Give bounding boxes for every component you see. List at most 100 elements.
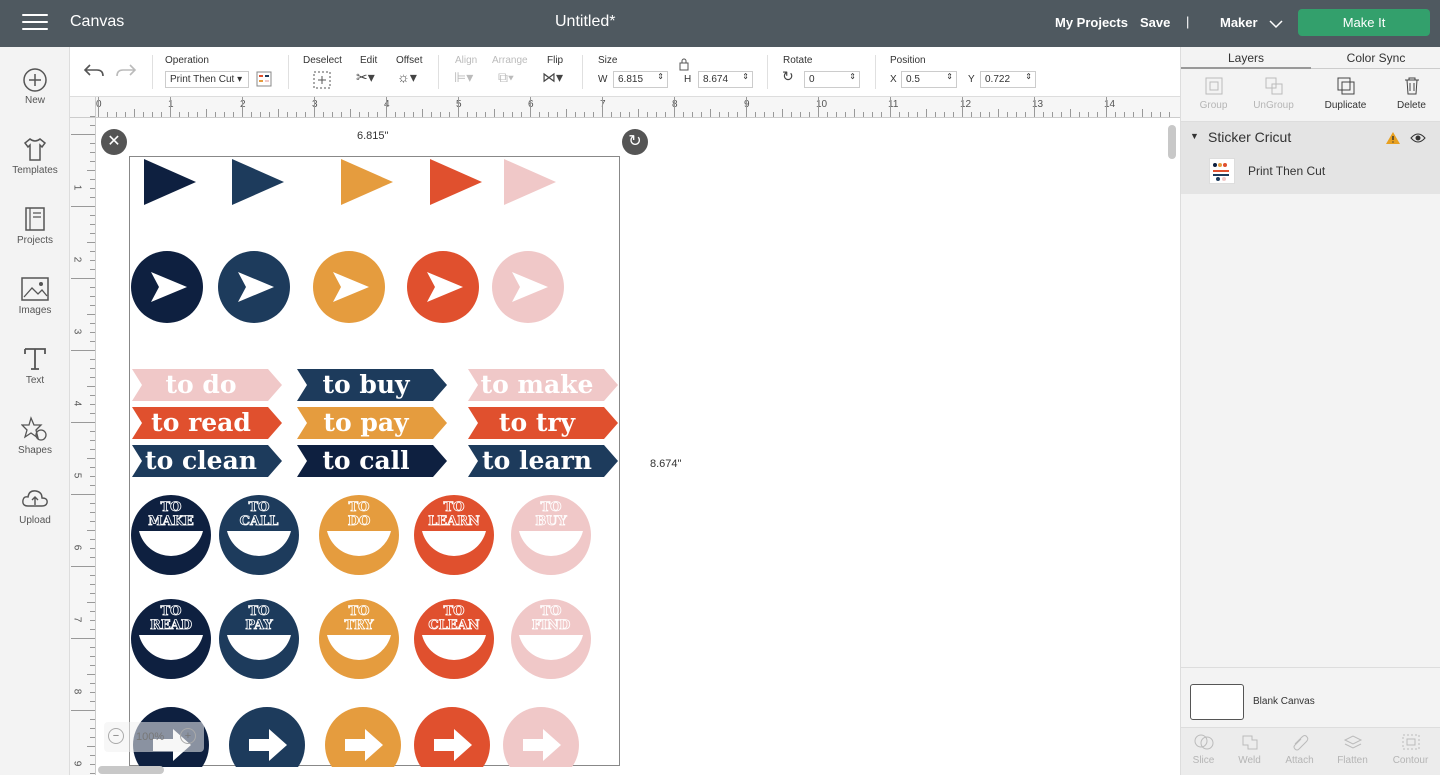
delete-button[interactable]: Delete <box>1379 75 1440 111</box>
nav-upload[interactable]: Upload <box>0 485 70 526</box>
contour-button[interactable]: Contour <box>1378 732 1440 766</box>
selection-box[interactable]: to do to buy to make to read to pay to try to … <box>129 156 620 767</box>
badge-label: TO <box>444 604 465 619</box>
nav-text[interactable]: Text <box>0 345 70 386</box>
edit-tools-icon[interactable]: ✂▾ <box>356 69 375 86</box>
design-canvas[interactable]: 6.815" 8.674" to do to buy to make to read t… <box>96 118 1180 775</box>
ruler-tick <box>800 112 801 117</box>
nav-label: Images <box>18 305 52 316</box>
nav-new[interactable]: New <box>0 67 70 106</box>
nav-images[interactable]: Images <box>0 275 70 316</box>
ruler-tick <box>1151 112 1152 117</box>
eye-icon[interactable] <box>1410 132 1426 144</box>
ruler-tick <box>791 112 792 117</box>
ruler-tick <box>90 548 95 549</box>
ruler-tick <box>90 719 95 720</box>
make-it-button[interactable]: Make It <box>1298 9 1430 36</box>
offset-icon[interactable]: ☼▾ <box>397 69 417 86</box>
badge-label: TO <box>349 500 370 515</box>
stepper-icon[interactable]: ⇕ <box>742 72 749 81</box>
ruler-tick <box>746 97 747 117</box>
ruler-tick <box>971 112 972 117</box>
tshirt-icon <box>23 138 47 161</box>
edit-label: Edit <box>360 55 378 66</box>
width-input[interactable]: 6.815 ⇕ <box>613 71 668 88</box>
lock-icon[interactable] <box>678 57 690 71</box>
nav-templates[interactable]: Templates <box>0 135 70 176</box>
stepper-icon[interactable]: ⇕ <box>1025 72 1032 81</box>
ruler-tick <box>467 112 468 117</box>
document-title[interactable]: Untitled* <box>555 13 615 31</box>
nav-shapes[interactable]: Shapes <box>0 415 70 456</box>
y-input[interactable]: 0.722 ⇕ <box>980 71 1036 88</box>
ungroup-icon <box>1265 77 1282 95</box>
rotate-handle-icon[interactable]: ↻ <box>622 129 648 155</box>
zoom-in-icon[interactable]: + <box>180 728 196 744</box>
operation-select[interactable]: Print Then Cut ▾ <box>165 71 249 88</box>
width-label: W <box>598 74 608 85</box>
ruler-tick <box>1025 112 1026 117</box>
warning-icon[interactable] <box>1385 131 1401 145</box>
ruler-tick <box>1079 112 1080 117</box>
layer-item-name[interactable]: Print Then Cut <box>1248 164 1325 178</box>
rotate-input[interactable]: 0 ⇕ <box>804 71 860 88</box>
height-input[interactable]: 8.674 ⇕ <box>698 71 753 88</box>
print-cut-swatch-icon[interactable] <box>256 71 272 87</box>
app-name: Canvas <box>70 13 125 30</box>
x-input[interactable]: 0.5 ⇕ <box>901 71 957 88</box>
ruler-v-label: 3 <box>71 328 83 335</box>
ruler-tick <box>890 97 891 117</box>
arrange-icon[interactable]: ⧉▾ <box>498 69 514 86</box>
save-button[interactable]: Save <box>1140 15 1170 30</box>
ruler-tick <box>278 109 279 117</box>
horizontal-scrollbar[interactable] <box>98 766 164 774</box>
ruler-tick <box>215 112 216 117</box>
ruler-tick <box>90 215 95 216</box>
machine-selector[interactable]: Maker <box>1220 15 1283 30</box>
group-button[interactable]: Group <box>1181 75 1246 111</box>
ruler-tick <box>593 112 594 117</box>
align-icon[interactable]: ⊫▾ <box>454 69 473 86</box>
tab-color-sync[interactable]: Color Sync <box>1311 47 1440 69</box>
flatten-button[interactable]: Flatten <box>1320 732 1385 766</box>
stepper-icon[interactable]: ⇕ <box>657 72 664 81</box>
caret-down-icon[interactable]: ▼ <box>1190 131 1199 141</box>
undo-icon[interactable] <box>82 61 106 81</box>
flip-icon[interactable]: ⋈▾ <box>542 69 563 86</box>
ruler-tick <box>260 112 261 117</box>
stepper-icon[interactable]: ⇕ <box>946 72 953 81</box>
ruler-tick <box>90 728 95 729</box>
badge-label: DO <box>348 514 371 529</box>
redo-icon[interactable] <box>114 61 138 81</box>
vertical-ruler: 1 2 3 4 5 6 7 8 9 <box>70 116 96 775</box>
stepper-icon[interactable]: ⇕ <box>849 72 856 81</box>
ruler-tick <box>485 112 486 117</box>
ruler-tick <box>368 112 369 117</box>
ruler-tick <box>71 278 95 279</box>
deselect-icon[interactable] <box>312 70 332 90</box>
ungroup-button[interactable]: UnGroup <box>1241 75 1306 111</box>
deselect-label: Deselect <box>303 55 342 66</box>
nav-projects[interactable]: Projects <box>0 205 70 246</box>
layer-group-row[interactable]: ▼ Sticker Cricut Print Then Cut <box>1181 122 1440 194</box>
cloud-upload-icon <box>22 490 48 507</box>
zoom-out-icon[interactable]: − <box>108 728 124 744</box>
operation-value: Print Then Cut <box>170 74 235 85</box>
ruler-tick <box>116 112 117 117</box>
duplicate-button[interactable]: Duplicate <box>1313 75 1378 111</box>
close-handle-icon[interactable]: ✕ <box>101 129 127 155</box>
blank-canvas-swatch[interactable] <box>1190 684 1244 720</box>
tab-layers[interactable]: Layers <box>1181 47 1311 69</box>
my-projects-link[interactable]: My Projects <box>1055 15 1128 30</box>
vertical-scrollbar[interactable] <box>1168 125 1176 159</box>
ruler-tick <box>71 566 95 567</box>
ruler-tick <box>1097 112 1098 117</box>
ruler-tick <box>1106 97 1107 117</box>
ruler-tick <box>90 296 95 297</box>
ruler-tick <box>620 112 621 117</box>
ruler-tick <box>242 97 243 117</box>
ruler-tick <box>323 112 324 117</box>
y-label: Y <box>968 74 975 85</box>
hamburger-menu-icon[interactable] <box>22 14 48 34</box>
ruler-tick <box>90 764 95 765</box>
